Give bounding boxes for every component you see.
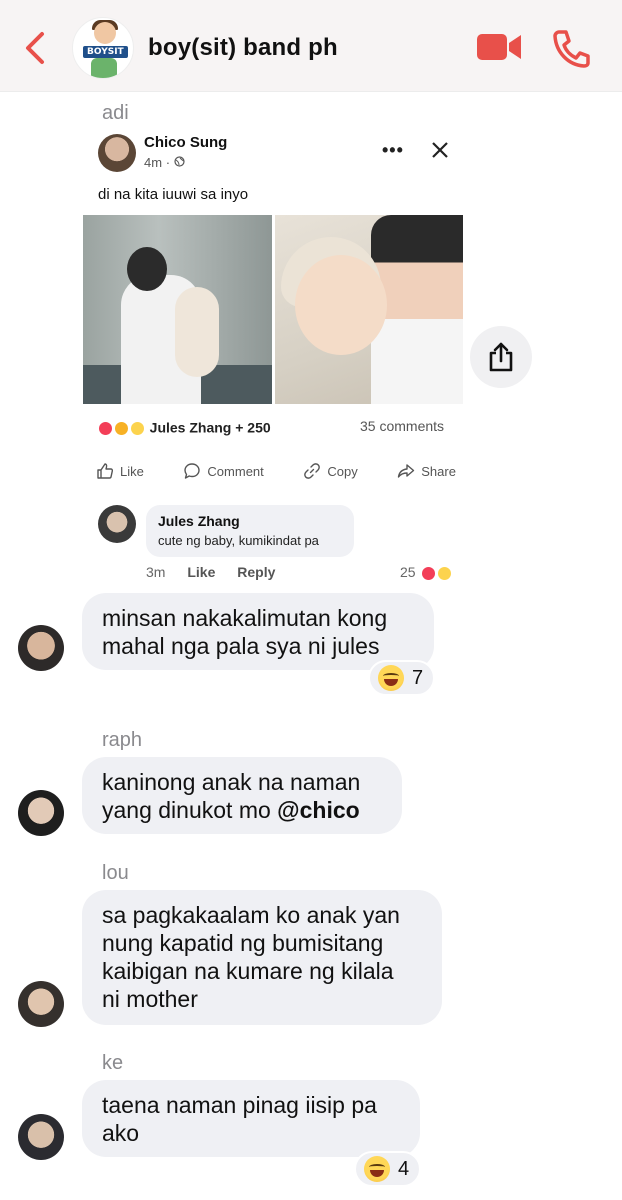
copy-button[interactable]: Copy [303,460,358,482]
share-upload-icon [489,342,513,372]
message-bubble[interactable]: sa pagkakaalam ko anak yan nung kapatid … [82,890,442,1025]
comment-text: cute ng baby, kumikindat pa [158,533,319,548]
message-line: kaibigan na kumare ng kilala [102,958,394,984]
message-reaction[interactable]: 4 [354,1151,422,1187]
sender-name: adi [102,102,129,124]
back-arrow-icon[interactable] [22,28,52,68]
chat-header: BOYSIT boy(sit) band ph [0,0,622,92]
share-arrow-icon [398,464,415,478]
post-time: 4m · [144,155,185,170]
like-label: Like [120,463,144,479]
message-line: ako [102,1120,140,1146]
post-photo-2[interactable] [275,215,463,404]
laughing-emoji-icon [378,665,404,691]
post-actions: Like Comment Copy Share [96,460,456,482]
sender-avatar[interactable] [18,981,64,1027]
love-reaction-icon [421,565,437,581]
sender-avatar[interactable] [18,625,64,671]
link-icon [304,463,321,479]
message-line: kaninong anak na naman [102,769,361,795]
post-author[interactable]: Chico Sung [144,134,227,151]
sender-name: ke [102,1052,124,1074]
sender-avatar[interactable] [18,1114,64,1160]
message-reaction[interactable]: 7 [368,660,436,696]
more-options-icon[interactable]: ••• [382,140,404,161]
comment-author[interactable]: Jules Zhang [158,513,342,529]
love-reaction-icon [98,420,113,436]
message-line: nung kapatid ng bumisitang [102,930,384,956]
message-text: yang dinukot mo [102,797,278,823]
message-line-with-mention: yang dinukot mo @chico [102,796,382,824]
like-icon [97,463,114,479]
message-line: mahal nga pala sya ni jules [102,633,380,659]
post-photo-1[interactable] [83,215,272,404]
group-avatar[interactable]: BOYSIT [72,17,134,79]
comment-likes: 25 [400,564,453,581]
share-label: Share [421,463,456,479]
post-reactions[interactable]: Jules Zhang + 250 [98,418,271,436]
avatar-badge: BOYSIT [83,46,128,58]
post-author-avatar[interactable] [98,134,136,172]
close-icon[interactable] [430,140,450,160]
avatar-head [94,22,116,44]
mention-link[interactable]: @chico [277,797,360,823]
dot-separator: · [165,155,174,170]
photo-baby [175,287,219,377]
message-line: sa pagkakaalam ko anak yan [102,902,400,928]
sender-name: lou [102,862,129,884]
care-reaction-icon [113,420,129,436]
copy-label: Copy [327,463,358,479]
message-line: ni mother [102,986,198,1012]
reaction-count: 7 [412,666,424,689]
reaction-icons [98,419,145,436]
message-bubble[interactable]: minsan nakakalimutan kong mahal nga pala… [82,593,434,670]
laughing-emoji-icon [364,1156,390,1182]
phone-call-icon[interactable] [552,28,590,68]
photo-baby-face [295,255,387,355]
comment-label: Comment [207,463,264,479]
reactions-text: Jules Zhang + 250 [149,419,271,436]
like-button[interactable]: Like [96,460,144,482]
shared-post[interactable]: Chico Sung 4m · ••• di na kita iuuwi sa … [82,126,464,596]
haha-reaction-icon [129,420,145,436]
message-bubble[interactable]: kaninong anak na naman yang dinukot mo @… [82,757,402,834]
comment-author-avatar[interactable] [98,505,136,543]
globe-icon [174,155,185,170]
chat-title[interactable]: boy(sit) band ph [148,34,338,62]
comment-icon [184,463,201,479]
comment-time: 3m [146,564,166,580]
reaction-count: 4 [398,1157,410,1180]
comment-bubble: Jules Zhang cute ng baby, kumikindat pa [146,505,354,557]
post-time-text: 4m [144,155,163,170]
comment-like-button[interactable]: Like [187,564,215,580]
comment-button[interactable]: Comment [183,460,264,482]
post-caption: di na kita iuuwi sa inyo [98,186,249,203]
comment-reply-button[interactable]: Reply [237,564,275,580]
message-line: minsan nakakalimutan kong [102,605,388,631]
message-bubble[interactable]: taena naman pinag iisip pa ako [82,1080,420,1157]
video-call-icon[interactable] [476,32,522,62]
sender-name: raph [102,729,143,751]
share-button[interactable]: Share [397,460,456,482]
comment-likes-count: 25 [400,564,416,580]
photo-person-head [127,247,167,291]
message-line: taena naman pinag iisip pa [102,1092,377,1118]
comments-count[interactable]: 35 comments [360,418,444,434]
share-message-button[interactable] [470,326,532,388]
sender-avatar[interactable] [18,790,64,836]
avatar-body [91,58,117,78]
